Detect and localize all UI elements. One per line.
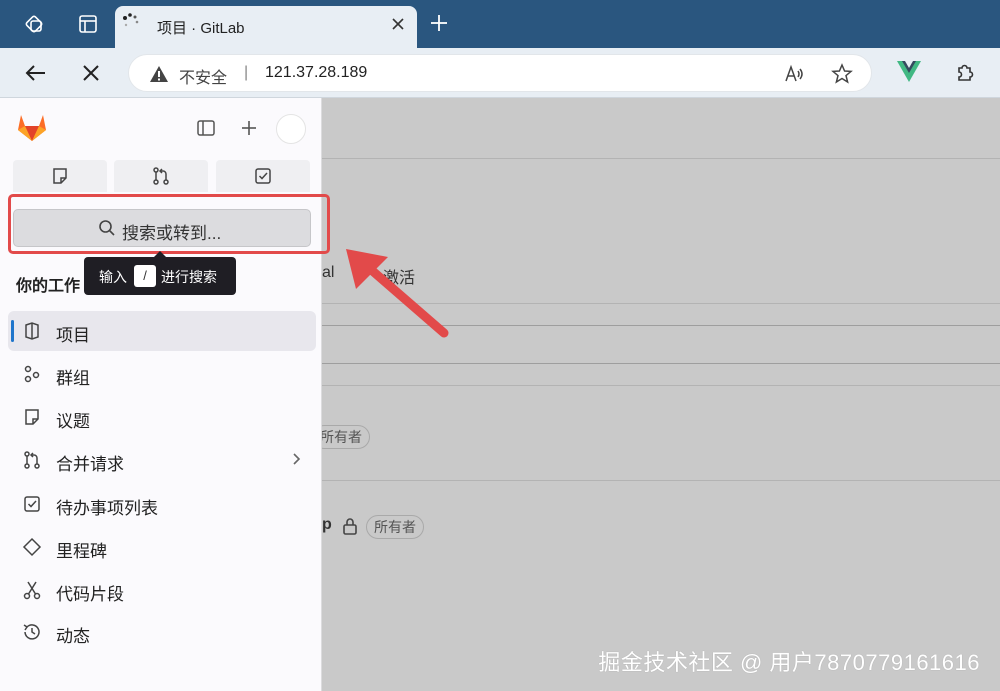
sidebar-item-label: 群组 (56, 369, 90, 388)
section-title: 你的工作 (16, 278, 81, 295)
read-aloud-icon[interactable] (783, 63, 805, 85)
activity-icon (23, 624, 40, 640)
annotation-arrow-icon (346, 249, 449, 338)
workspaces-icon[interactable] (22, 12, 46, 36)
sidebar-item-activity[interactable]: 动态 (8, 612, 316, 652)
address-bar[interactable]: 不安全 | 121.37.28.189 (128, 54, 872, 92)
url-separator: | (244, 64, 249, 81)
stop-loading-icon[interactable] (78, 60, 104, 86)
new-tab-icon[interactable] (428, 12, 450, 34)
chevron-right-icon[interactable] (288, 451, 304, 467)
tab-title: 项目 · GitLab (157, 20, 245, 37)
vue-devtools-icon[interactable] (897, 61, 921, 83)
annotation-highlight-box (8, 194, 330, 254)
todo-list-button[interactable] (216, 160, 310, 192)
main-content-overlay (322, 98, 1000, 691)
sidebar-item-label: 项目 (56, 326, 90, 345)
sidebar-item-label: 合并请求 (56, 455, 124, 474)
sidebar-item-groups[interactable]: 群组 (8, 354, 316, 394)
tab-fragment[interactable]: al (322, 264, 334, 282)
sidebar-item-label: 代码片段 (56, 585, 124, 604)
sidebar-item-label: 里程碑 (56, 542, 107, 561)
collapse-sidebar-icon[interactable] (196, 118, 216, 138)
search-tooltip: 输入 / 进行搜索 (84, 251, 236, 295)
gitlab-logo-icon[interactable] (16, 112, 48, 142)
tab-active[interactable]: 项目 · GitLab (115, 6, 417, 48)
sidebar-item-todo-list[interactable]: 待办事项列表 (8, 484, 316, 524)
todo-icon (24, 496, 40, 512)
sidebar-item-issues[interactable]: 议题 (8, 397, 316, 437)
sidebar-item-snippets[interactable]: 代码片段 (8, 570, 316, 610)
sidebar-item-label: 动态 (56, 627, 90, 646)
divider (322, 158, 1000, 159)
warning-icon[interactable] (149, 64, 169, 84)
tooltip-suffix: 进行搜索 (161, 269, 217, 285)
divider (322, 385, 1000, 386)
group-icon (24, 365, 40, 383)
project-name-fragment[interactable]: p (322, 516, 332, 534)
todo-icon (255, 168, 271, 184)
favorite-star-icon[interactable] (831, 63, 853, 85)
merge-request-icon (24, 451, 40, 469)
url-text[interactable]: 121.37.28.189 (265, 64, 367, 82)
sidebar-item-merge-requests[interactable]: 合并请求 (8, 440, 316, 480)
loading-spinner-icon (123, 13, 139, 27)
keyboard-shortcut-key: / (134, 265, 156, 287)
create-new-icon[interactable] (239, 118, 259, 138)
owner-badge: 所有者 (366, 515, 424, 539)
divider (322, 480, 1000, 481)
tab-actions-icon[interactable] (76, 12, 100, 36)
merge-request-icon (153, 167, 169, 185)
assigned-issues-button[interactable] (13, 160, 107, 192)
back-arrow-icon[interactable] (23, 60, 49, 86)
watermark: 掘金技术社区 @ 用户7870779161616 (598, 650, 980, 675)
project-icon (25, 322, 39, 340)
lock-icon (343, 518, 357, 535)
snippet-icon (23, 581, 41, 600)
security-status[interactable]: 不安全 (179, 64, 227, 88)
issues-icon (53, 168, 67, 184)
milestone-icon (22, 537, 42, 557)
close-tab-icon[interactable] (389, 15, 407, 33)
sidebar: 搜索或转到... 你的工作 输入 / 进行搜索 项目 群组 议题 合并请求 待办… (0, 98, 330, 691)
divider (322, 363, 1000, 364)
browser-tab-strip: 项目 · GitLab (0, 0, 1000, 48)
browser-toolbar: 不安全 | 121.37.28.189 (0, 48, 1000, 98)
sidebar-item-label: 待办事项列表 (56, 499, 158, 518)
sidebar-item-label: 议题 (56, 412, 90, 431)
tooltip-prefix: 输入 (99, 269, 127, 285)
issues-icon (25, 409, 39, 425)
extensions-icon[interactable] (953, 60, 977, 84)
merge-requests-button[interactable] (114, 160, 208, 192)
sidebar-item-milestones[interactable]: 里程碑 (8, 527, 316, 567)
avatar[interactable] (276, 114, 306, 144)
sidebar-item-projects[interactable]: 项目 (8, 311, 316, 351)
